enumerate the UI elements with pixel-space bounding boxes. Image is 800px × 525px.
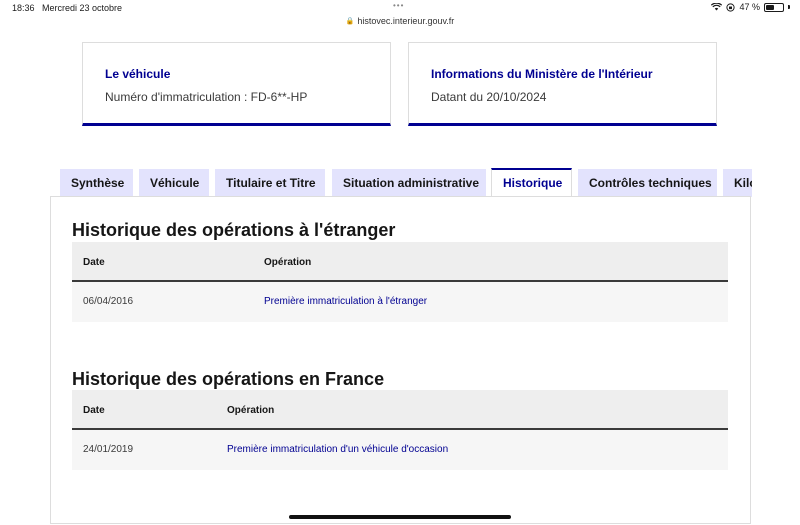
lock-icon: 🔒	[345, 18, 355, 25]
column-header-operation: Opération	[227, 405, 275, 416]
row-operation: Première immatriculation à l'étranger	[264, 296, 428, 307]
foreign-operations-table: Date Opération 06/04/2016 Première immat…	[72, 242, 728, 322]
tab-vehicule[interactable]: Véhicule	[139, 169, 209, 197]
tab-titulaire-titre[interactable]: Titulaire et Titre	[215, 169, 325, 197]
orientation-lock-icon	[726, 2, 736, 12]
url-text: histovec.interieur.gouv.fr	[357, 16, 455, 26]
home-indicator[interactable]	[289, 515, 511, 519]
tab-situation-administrative[interactable]: Situation administrative	[332, 169, 486, 197]
column-header-operation: Opération	[264, 257, 312, 268]
vehicle-card-title: Le véhicule	[105, 67, 171, 81]
tab-controles-techniques[interactable]: Contrôles techniques	[578, 169, 717, 197]
section-title-foreign: Historique des opérations à l'étranger	[72, 220, 396, 240]
battery-percent: 47 %	[739, 2, 760, 12]
table-header: Date Opération	[72, 390, 728, 430]
vehicle-card: Le véhicule Numéro d'immatriculation : F…	[82, 42, 391, 126]
status-bar: 18:36 Mercredi 23 octobre ••• 47 %	[0, 0, 800, 14]
tab-kilometrage[interactable]: Kilométrage	[723, 169, 752, 197]
multitasking-dots-icon[interactable]: •••	[393, 1, 404, 10]
ministry-info-card: Informations du Ministère de l'Intérieur…	[408, 42, 717, 126]
row-date: 06/04/2016	[83, 296, 134, 307]
data-date: Datant du 20/10/2024	[431, 90, 547, 104]
france-operations-table: Date Opération 24/01/2019 Première immat…	[72, 390, 728, 470]
wifi-icon	[711, 3, 723, 11]
tab-synthese[interactable]: Synthèse	[60, 169, 133, 197]
status-indicators: 47 %	[711, 2, 790, 12]
battery-level	[766, 4, 774, 10]
column-header-date: Date	[83, 405, 105, 416]
address-bar[interactable]: 🔒 histovec.interieur.gouv.fr	[0, 13, 800, 29]
table-row: 24/01/2019 Première immatriculation d'un…	[72, 430, 728, 470]
registration-number: Numéro d'immatriculation : FD-6**-HP	[105, 90, 308, 104]
battery-cap	[788, 5, 790, 9]
battery-icon	[764, 2, 784, 12]
row-operation: Première immatriculation d'un véhicule d…	[227, 444, 449, 455]
tab-historique[interactable]: Historique	[491, 168, 572, 197]
column-header-date: Date	[83, 257, 105, 268]
table-header: Date Opération	[72, 242, 728, 282]
section-title-france: Historique des opérations en France	[72, 369, 385, 389]
ministry-card-title: Informations du Ministère de l'Intérieur	[431, 67, 653, 81]
row-date: 24/01/2019	[83, 444, 134, 455]
tab-list: Synthèse Véhicule Titulaire et Titre Sit…	[60, 168, 752, 197]
status-time: 18:36	[12, 3, 35, 13]
table-row: 06/04/2016 Première immatriculation à l'…	[72, 282, 728, 322]
status-date: Mercredi 23 octobre	[42, 3, 123, 13]
